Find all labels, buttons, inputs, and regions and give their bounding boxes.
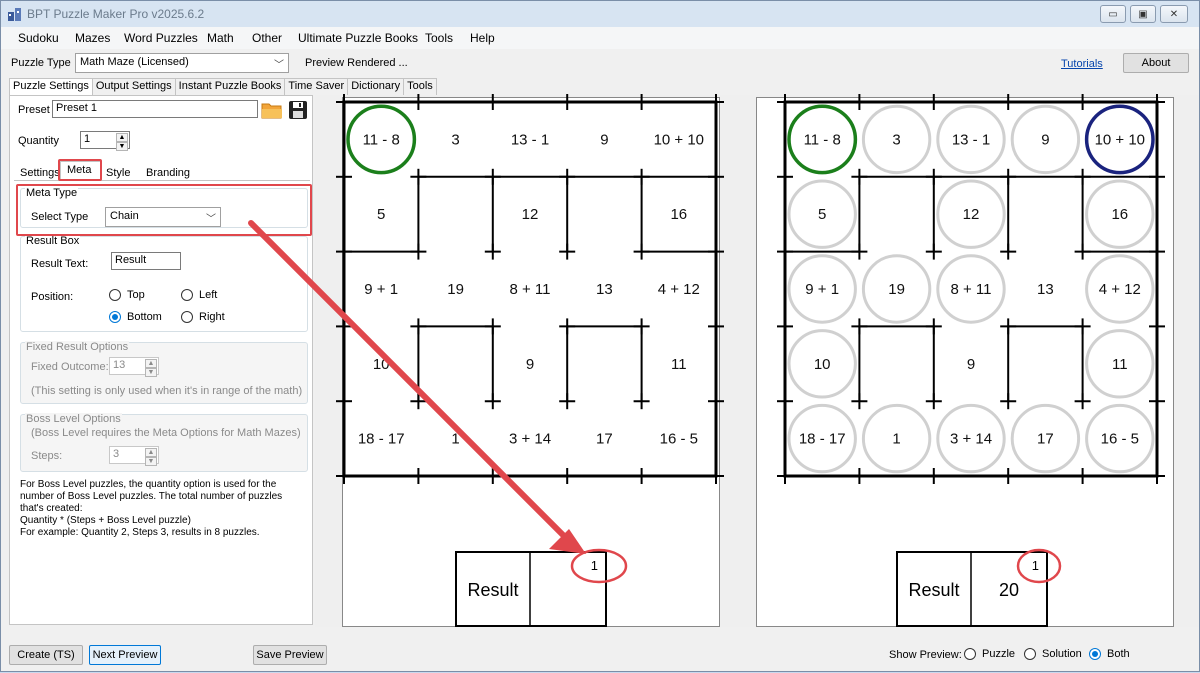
result-step-number: 1 bbox=[1032, 558, 1039, 573]
cell-value: 3 + 14 bbox=[509, 431, 551, 448]
cell-value: 11 bbox=[671, 356, 687, 373]
cell-value: 11 - 8 bbox=[363, 131, 400, 148]
cell-value: 10 bbox=[814, 356, 831, 373]
cell-value: 11 bbox=[1112, 356, 1128, 373]
cell-value: 5 bbox=[377, 206, 385, 223]
preview-canvas: 11 - 8 3 13 - 1 9 10 + 105 12 169 + 1 19 8 + 11 1… bbox=[248, 94, 1165, 627]
cell-value: 16 bbox=[1111, 206, 1128, 223]
cell-value: 3 + 14 bbox=[950, 431, 992, 448]
show-puzzle-label: Puzzle bbox=[982, 648, 1016, 660]
radio-off-icon bbox=[964, 648, 976, 660]
create-button[interactable]: Create (TS) bbox=[9, 645, 83, 665]
cell-value: 16 - 5 bbox=[1101, 431, 1139, 448]
result-boxes: Result 1 Result 20 1 bbox=[455, 551, 1048, 627]
cell-value: 12 bbox=[963, 206, 980, 223]
cell-value: 3 bbox=[892, 131, 900, 148]
radio-off-icon bbox=[1024, 648, 1036, 660]
cell-value: 10 + 10 bbox=[1095, 131, 1145, 148]
solution-grid: 11 - 8 3 13 - 1 9 10 + 105 12 169 + 1 19 8 + 11 1… bbox=[777, 94, 1165, 484]
cell-value: 8 + 11 bbox=[950, 281, 991, 298]
next-preview-button[interactable]: Next Preview bbox=[89, 645, 161, 665]
cell-value: 10 + 10 bbox=[654, 131, 704, 148]
annotation-arrow bbox=[248, 220, 586, 554]
cell-value: 1 bbox=[892, 431, 900, 448]
cell-value: 16 bbox=[670, 206, 687, 223]
cell-value: 9 + 1 bbox=[364, 281, 398, 298]
cell-value: 9 bbox=[600, 131, 608, 148]
show-solution-label: Solution bbox=[1042, 648, 1082, 660]
cell-value: 19 bbox=[447, 281, 464, 298]
result-step-number: 1 bbox=[591, 558, 598, 573]
show-both-label: Both bbox=[1107, 648, 1130, 660]
cell-value: 19 bbox=[888, 281, 905, 298]
app-window: BPT Puzzle Maker Pro v2025.6.2 ▭ ▣ ✕ Sud… bbox=[0, 0, 1200, 672]
cell-value: 17 bbox=[1037, 431, 1054, 448]
cell-value: 13 - 1 bbox=[511, 131, 549, 148]
cell-value: 3 bbox=[451, 131, 459, 148]
cell-value: 4 + 12 bbox=[1099, 281, 1141, 298]
show-both-radio[interactable]: Both bbox=[1089, 648, 1130, 660]
result-value: 20 bbox=[999, 580, 1019, 600]
cell-value: 12 bbox=[522, 206, 539, 223]
cell-value: 9 bbox=[526, 356, 534, 373]
show-puzzle-radio[interactable]: Puzzle bbox=[964, 648, 1015, 660]
cell-value: 18 - 17 bbox=[358, 431, 405, 448]
show-preview-label: Show Preview: bbox=[889, 649, 962, 661]
cell-value: 5 bbox=[818, 206, 826, 223]
cell-value: 13 bbox=[1037, 281, 1054, 298]
result-label: Result bbox=[467, 580, 518, 600]
cell-value: 13 bbox=[596, 281, 613, 298]
cell-value: 9 bbox=[967, 356, 975, 373]
cell-value: 8 + 11 bbox=[509, 281, 550, 298]
show-solution-radio[interactable]: Solution bbox=[1024, 648, 1082, 660]
puzzle-grid: 11 - 8 3 13 - 1 9 10 + 10 5 12 16 9 + 1 19 8 + 11 1… bbox=[336, 94, 724, 484]
cell-value: 4 + 12 bbox=[658, 281, 700, 298]
result-label: Result bbox=[908, 580, 959, 600]
cell-value: 16 - 5 bbox=[660, 431, 698, 448]
cell-value: 17 bbox=[596, 431, 613, 448]
save-preview-button[interactable]: Save Preview bbox=[253, 645, 327, 665]
cell-value: 11 - 8 bbox=[804, 131, 841, 148]
radio-on-icon bbox=[1089, 648, 1101, 660]
cell-value: 18 - 17 bbox=[799, 431, 846, 448]
cell-value: 9 + 1 bbox=[805, 281, 839, 298]
cell-value: 13 - 1 bbox=[952, 131, 990, 148]
cell-value: 9 bbox=[1041, 131, 1049, 148]
